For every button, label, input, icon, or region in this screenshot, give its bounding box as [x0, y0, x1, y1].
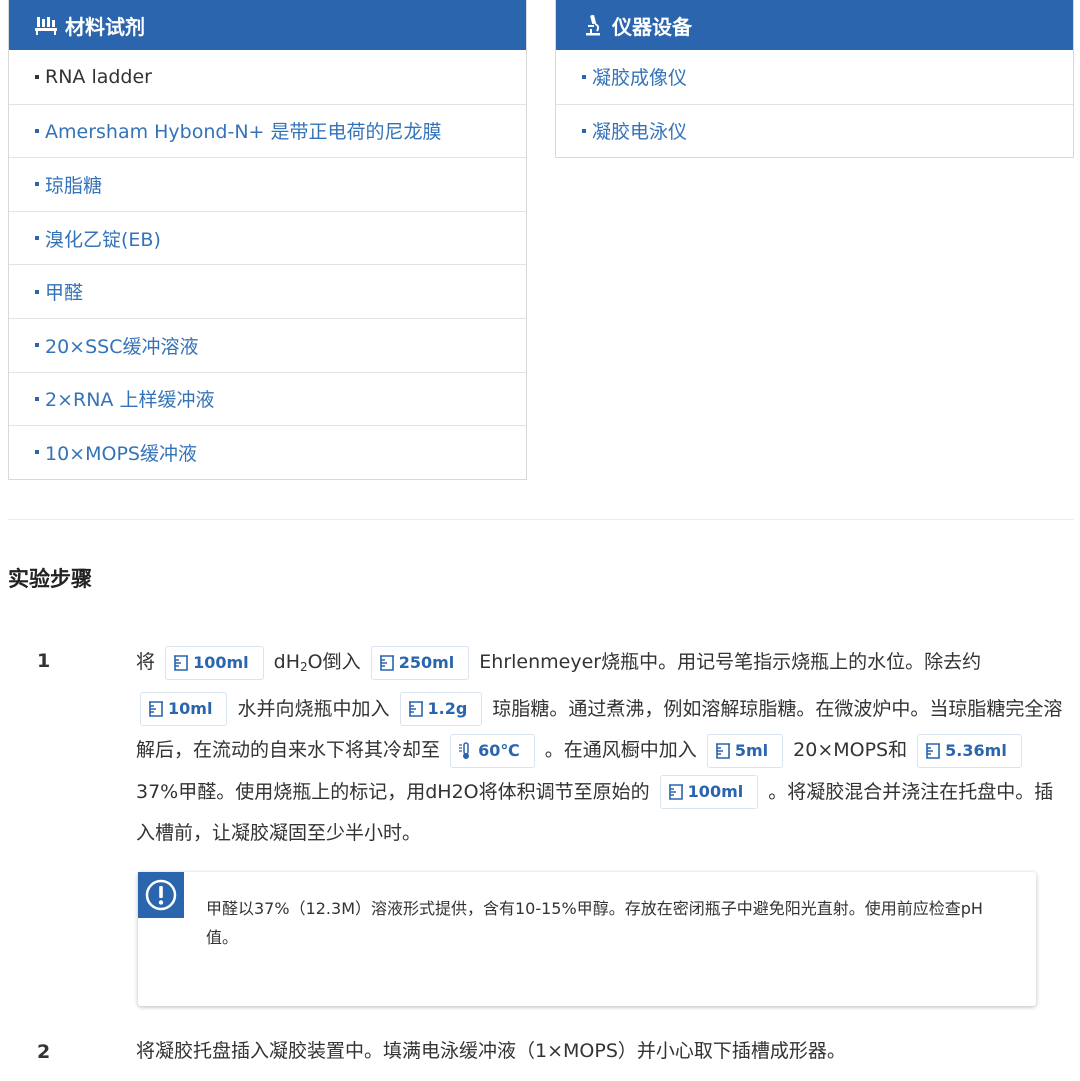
materials-title: 材料试剂	[65, 14, 145, 39]
note-text: 甲醛以37%（12.3M）溶液形式提供，含有10-15%甲醇。存放在密闭瓶子中避…	[206, 899, 983, 947]
chip-value: 1.2g	[427, 699, 468, 718]
bullet-icon	[35, 74, 39, 79]
volume-chip[interactable]: 5ml	[706, 733, 784, 768]
bullet-icon	[35, 182, 39, 187]
step-number: 2	[37, 1041, 51, 1063]
microscope-icon	[582, 14, 604, 36]
step-2-text: 将凝胶托盘插入凝胶装置中。填满电泳缓冲液（1×MOPS）并小心取下插槽成形器。	[136, 1040, 846, 1062]
material-label[interactable]: 甲醛	[45, 278, 83, 305]
beaker-icon	[407, 700, 425, 718]
bullet-icon	[35, 128, 39, 133]
beaker-icon	[147, 700, 165, 718]
bullet-icon	[582, 74, 586, 79]
equipment-panel: 仪器设备 凝胶成像仪 凝胶电泳仪	[555, 0, 1074, 159]
material-item[interactable]: 2×RNA 上样缓冲液	[9, 371, 526, 426]
beaker-icon	[172, 654, 190, 672]
step-text-segment: 。在通风橱中加入	[544, 739, 697, 761]
bullet-icon	[35, 236, 39, 241]
beaker-icon	[378, 654, 396, 672]
bullet-icon	[35, 343, 39, 348]
beaker-icon	[667, 783, 685, 801]
volume-chip[interactable]: 100ml	[659, 775, 759, 809]
material-item[interactable]: 琼脂糖	[9, 157, 526, 211]
chip-value: 100ml	[193, 652, 249, 672]
bullet-icon	[35, 289, 39, 294]
flask-rack-icon	[35, 14, 57, 36]
material-label: RNA ladder	[45, 65, 152, 88]
step-text-segment: 水并向烧瓶中加入	[237, 697, 390, 720]
equipment-item[interactable]: 凝胶成像仪	[556, 50, 1073, 104]
material-item[interactable]: 溴化乙锭(EB)	[9, 210, 526, 265]
temperature-chip[interactable]: 60℃	[450, 733, 535, 768]
bullet-icon	[35, 396, 39, 401]
step-text-segment: dH	[273, 651, 301, 673]
material-label[interactable]: 2×RNA 上样缓冲液	[45, 385, 214, 412]
step-text-segment: O倒入	[307, 651, 361, 673]
bullet-icon	[582, 128, 586, 133]
volume-chip[interactable]: 100ml	[165, 645, 264, 680]
step-text-segment: Ehrlenmeyer烧瓶中。用记号笔指示烧瓶上的水位。除去约	[479, 651, 982, 673]
chip-value: 250ml	[398, 652, 455, 672]
beaker-icon	[714, 742, 732, 760]
step-1-text: 将 100ml dH2O倒入 250ml Ehrlenmeyer烧瓶中。用记号笔…	[136, 642, 1066, 855]
beaker-icon	[924, 742, 942, 760]
step-text-segment: 20×MOPS和	[793, 739, 908, 761]
equipment-header: 仪器设备	[556, 0, 1073, 50]
material-item[interactable]: 20×SSC缓冲溶液	[9, 317, 526, 372]
subscript: 2	[300, 660, 308, 674]
equipment-label[interactable]: 凝胶电泳仪	[592, 117, 687, 144]
mass-chip[interactable]: 1.2g	[399, 692, 483, 726]
materials-panel: 材料试剂 RNA ladder Amersham Hybond-N+ 是带正电荷…	[8, 0, 527, 480]
chip-value: 5ml	[734, 740, 769, 760]
material-item[interactable]: Amersham Hybond-N+ 是带正电荷的尼龙膜	[9, 103, 526, 158]
chip-value: 60℃	[478, 740, 520, 760]
section-divider	[8, 519, 1074, 520]
material-label[interactable]: Amersham Hybond-N+ 是带正电荷的尼龙膜	[45, 117, 442, 144]
steps-title: 实验步骤	[8, 567, 92, 591]
step-number: 1	[37, 650, 51, 672]
material-label[interactable]: 琼脂糖	[45, 171, 102, 198]
equipment-label[interactable]: 凝胶成像仪	[592, 63, 687, 90]
materials-header: 材料试剂	[9, 0, 526, 50]
material-label[interactable]: 溴化乙锭(EB)	[45, 225, 161, 252]
volume-chip[interactable]: 5.36ml	[917, 733, 1022, 768]
step-text-segment: 将	[136, 651, 156, 673]
material-label[interactable]: 10×MOPS缓冲液	[45, 439, 197, 466]
thermometer-icon	[457, 741, 475, 760]
bullet-icon	[35, 450, 39, 455]
equipment-item[interactable]: 凝胶电泳仪	[556, 103, 1073, 158]
note-box: 甲醛以37%（12.3M）溶液形式提供，含有10-15%甲醇。存放在密闭瓶子中避…	[138, 872, 1036, 1006]
chip-value: 5.36ml	[945, 740, 1007, 760]
volume-chip[interactable]: 10ml	[140, 692, 228, 726]
chip-value: 100ml	[687, 782, 744, 801]
material-item[interactable]: 10×MOPS缓冲液	[9, 425, 526, 479]
step-text-segment: 37%甲醛。使用烧瓶上的标记，用dH2O将体积调节至原始的	[136, 780, 650, 803]
volume-chip[interactable]: 250ml	[370, 645, 470, 680]
material-item[interactable]: 甲醛	[9, 264, 526, 318]
material-item[interactable]: RNA ladder	[9, 50, 526, 104]
alert-icon	[138, 872, 184, 918]
chip-value: 10ml	[168, 699, 213, 718]
equipment-title: 仪器设备	[612, 14, 692, 39]
material-label[interactable]: 20×SSC缓冲溶液	[45, 332, 199, 359]
